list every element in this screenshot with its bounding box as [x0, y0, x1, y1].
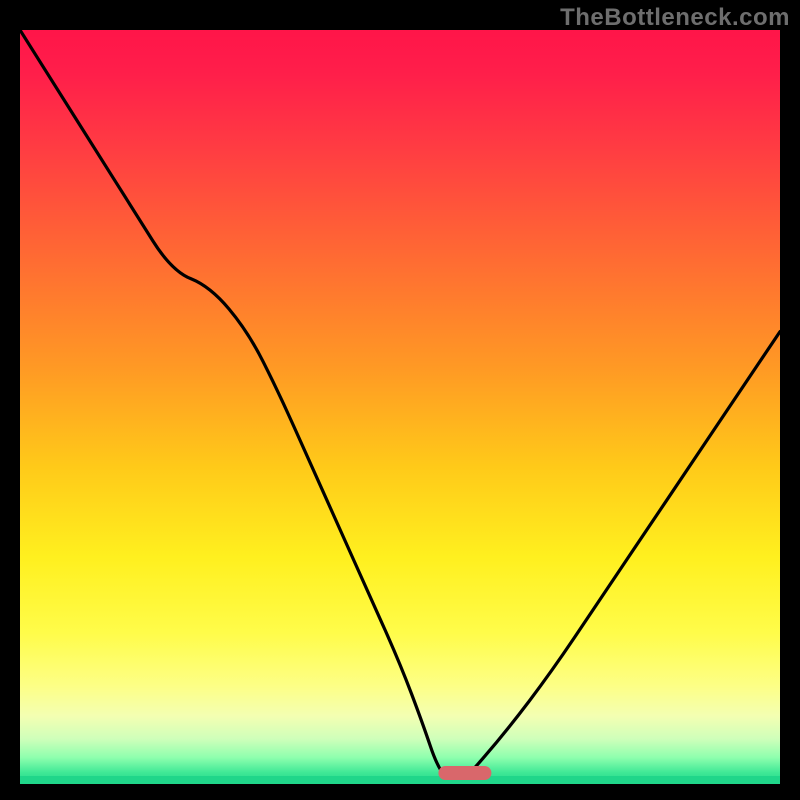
bottleneck-curve: [20, 30, 780, 784]
baseline-strip: [20, 776, 780, 784]
chart-frame: TheBottleneck.com: [0, 0, 800, 800]
watermark-text: TheBottleneck.com: [560, 4, 790, 32]
optimal-marker: [438, 766, 491, 780]
curve-path: [20, 30, 780, 784]
plot-area: [20, 30, 780, 784]
